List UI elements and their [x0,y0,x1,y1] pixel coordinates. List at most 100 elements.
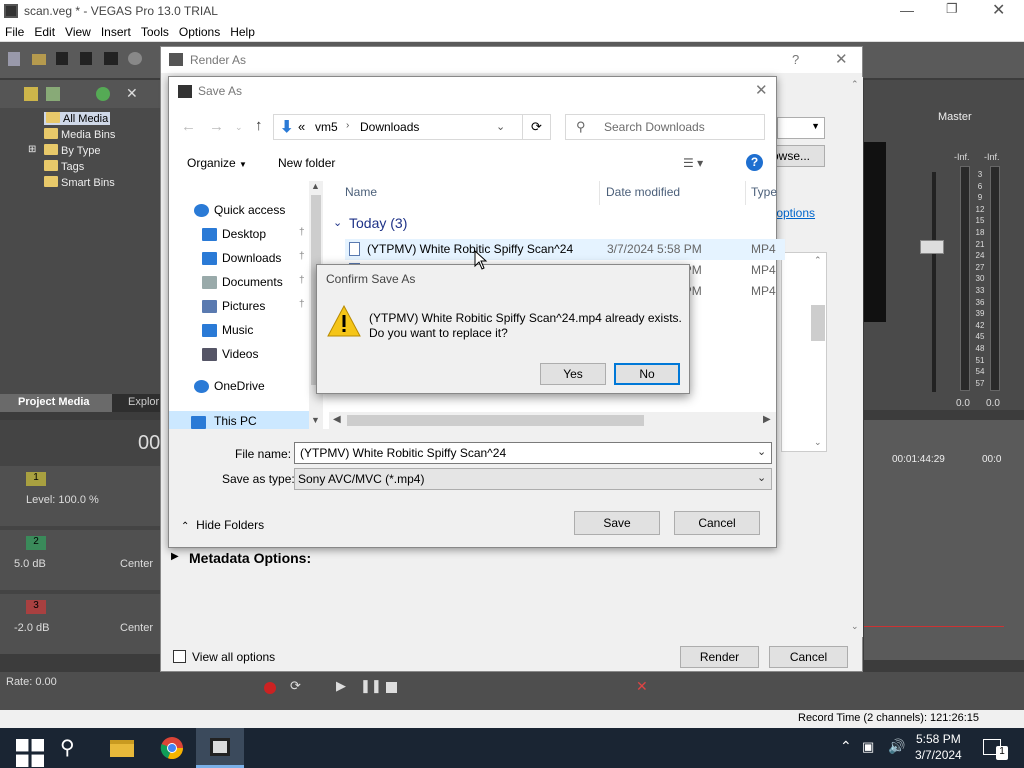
windows-start-icon[interactable] [14,739,46,767]
file-name-field[interactable]: (YTPMV) White Robitic Spiffy Scan^24 ⌄ [294,442,772,464]
nav-item-pictures[interactable]: Pictures † [202,299,305,313]
clock-time[interactable]: 5:58 PM [916,732,961,746]
menu-insert[interactable]: Insert [96,22,136,39]
nav-item-desktop[interactable]: Desktop † [202,227,305,241]
hscroll-thumb[interactable] [347,415,644,426]
scroll-up-icon[interactable]: ⌃ [814,255,822,266]
restore-icon[interactable]: ❐ [946,1,958,17]
column-date-modified[interactable]: Date modified [606,185,680,199]
yes-button[interactable]: Yes [540,363,606,385]
path-segment-downloads[interactable]: Downloads [360,120,419,134]
render-list-scrollbar[interactable] [811,305,825,341]
scroll-up-icon[interactable]: ▲ [311,181,320,191]
metadata-expand-icon[interactable]: ▶ [171,551,179,562]
saveas-cancel-button[interactable]: Cancel [674,511,760,535]
nav-item-downloads[interactable]: Downloads † [202,251,305,265]
record-button[interactable] [264,682,276,694]
tree-by-type[interactable]: By Type [44,144,101,157]
menu-edit[interactable]: Edit [29,22,60,39]
render-scrollbar[interactable]: ⌃ ⌄ [849,77,863,637]
search-input[interactable]: ⚲ Search Downloads [565,114,765,140]
pin-icon[interactable]: † [299,299,305,310]
pin-icon[interactable]: † [299,227,305,238]
web-icon[interactable] [96,87,110,101]
nav-item-videos[interactable]: Videos [202,347,258,361]
settings-icon[interactable] [128,52,142,65]
clock-date[interactable]: 3/7/2024 [915,748,962,762]
address-bar[interactable]: ⬇ « vm5 › Downloads ⌄ [273,114,551,140]
menu-help[interactable]: Help [225,22,260,39]
render-button[interactable]: Render [680,646,759,668]
open-icon[interactable] [32,54,46,65]
scroll-down-icon[interactable]: ⌄ [814,437,822,448]
render-cancel-button[interactable]: Cancel [769,646,848,668]
scroll-down-icon[interactable]: ▼ [311,415,320,425]
nav-item-documents[interactable]: Documents † [202,275,305,289]
scroll-down-icon[interactable]: ⌄ [851,621,859,632]
pin-icon[interactable]: † [299,275,305,286]
menu-tools[interactable]: Tools [136,22,174,39]
column-divider[interactable] [745,181,746,205]
vegas-taskbar-button[interactable] [196,728,244,768]
master-fader-handle[interactable] [920,240,944,254]
render-close-icon[interactable]: ✕ [835,50,848,68]
pin-icon[interactable]: † [299,251,305,262]
capture-icon[interactable] [46,87,60,101]
delete-icon[interactable]: ✕ [126,85,138,102]
chevron-up-icon[interactable]: ⌃ [840,738,852,755]
file-list-hscrollbar[interactable]: ◀ ▶ [329,412,776,429]
back-icon[interactable]: ← [181,118,196,135]
scroll-right-icon[interactable]: ▶ [763,414,771,425]
metadata-options-label[interactable]: Metadata Options: [189,550,311,566]
refresh-button[interactable]: ⟳ [522,114,551,140]
file-explorer-icon[interactable] [110,740,134,757]
chevron-right-icon[interactable]: › [346,120,349,131]
file-row[interactable]: (YTPMV) White Robitic Spiffy Scan^24 3/7/… [345,239,785,260]
path-segment-vm5[interactable]: vm5 [315,120,338,134]
format-dropdown[interactable]: ▼ [777,117,825,139]
column-type[interactable]: Type [751,185,777,199]
saveas-close-icon[interactable]: ✕ [755,81,768,99]
tree-media-bins[interactable]: Media Bins [44,128,115,141]
column-name[interactable]: Name [345,185,377,199]
import-icon[interactable] [24,87,38,101]
tab-explorer[interactable]: Explor [128,396,159,408]
nav-item-onedrive[interactable]: OneDrive [194,379,265,393]
loop-icon[interactable]: ⟳ [290,678,301,694]
properties-icon[interactable] [80,52,92,65]
save-type-select[interactable]: Sony AVC/MVC (*.mp4) ⌄ [294,468,772,490]
view-all-options-checkbox[interactable] [173,650,186,663]
path-prefix[interactable]: « [298,119,305,134]
render-help-button[interactable]: ? [792,52,799,67]
save-icon[interactable] [56,52,68,65]
new-icon[interactable] [8,52,20,66]
play-icon[interactable]: ▶ [336,678,346,694]
menu-view[interactable]: View [60,22,96,39]
hide-folders-button[interactable]: ⌃ Hide Folders [181,518,264,532]
pause-icon[interactable]: ❚❚ [360,678,382,694]
new-folder-button[interactable]: New folder [278,156,335,170]
chevron-down-icon[interactable]: ⌄ [496,120,505,133]
organize-button[interactable]: Organize ▼ [187,156,247,170]
browse-button[interactable]: owse... [771,145,825,167]
chrome-icon[interactable] [160,736,184,760]
scroll-up-icon[interactable]: ⌃ [851,79,859,90]
cut-icon[interactable]: ✕ [636,678,648,695]
recent-locations-icon[interactable]: ⌄ [235,122,243,133]
no-button[interactable]: No [614,363,680,385]
volume-icon[interactable]: 🔊 [888,738,905,755]
nav-item-quick-access[interactable]: Quick access [194,203,285,217]
view-options-icon[interactable]: ☰ ▾ [683,156,703,170]
close-icon[interactable]: ✕ [992,0,1005,20]
help-icon[interactable]: ? [746,154,763,171]
save-button[interactable]: Save [574,511,660,535]
group-header-today[interactable]: Today (3) [349,215,407,231]
chevron-down-icon[interactable]: ⌄ [757,445,766,458]
menu-file[interactable]: File [0,22,29,39]
up-icon[interactable]: ↑ [255,117,263,134]
forward-icon[interactable]: → [209,118,224,135]
network-icon[interactable]: ▣ [862,739,874,755]
nav-item-music[interactable]: Music [202,323,253,337]
search-icon[interactable]: ⚲ [60,735,75,760]
tree-all-media[interactable]: All Media [44,112,111,125]
